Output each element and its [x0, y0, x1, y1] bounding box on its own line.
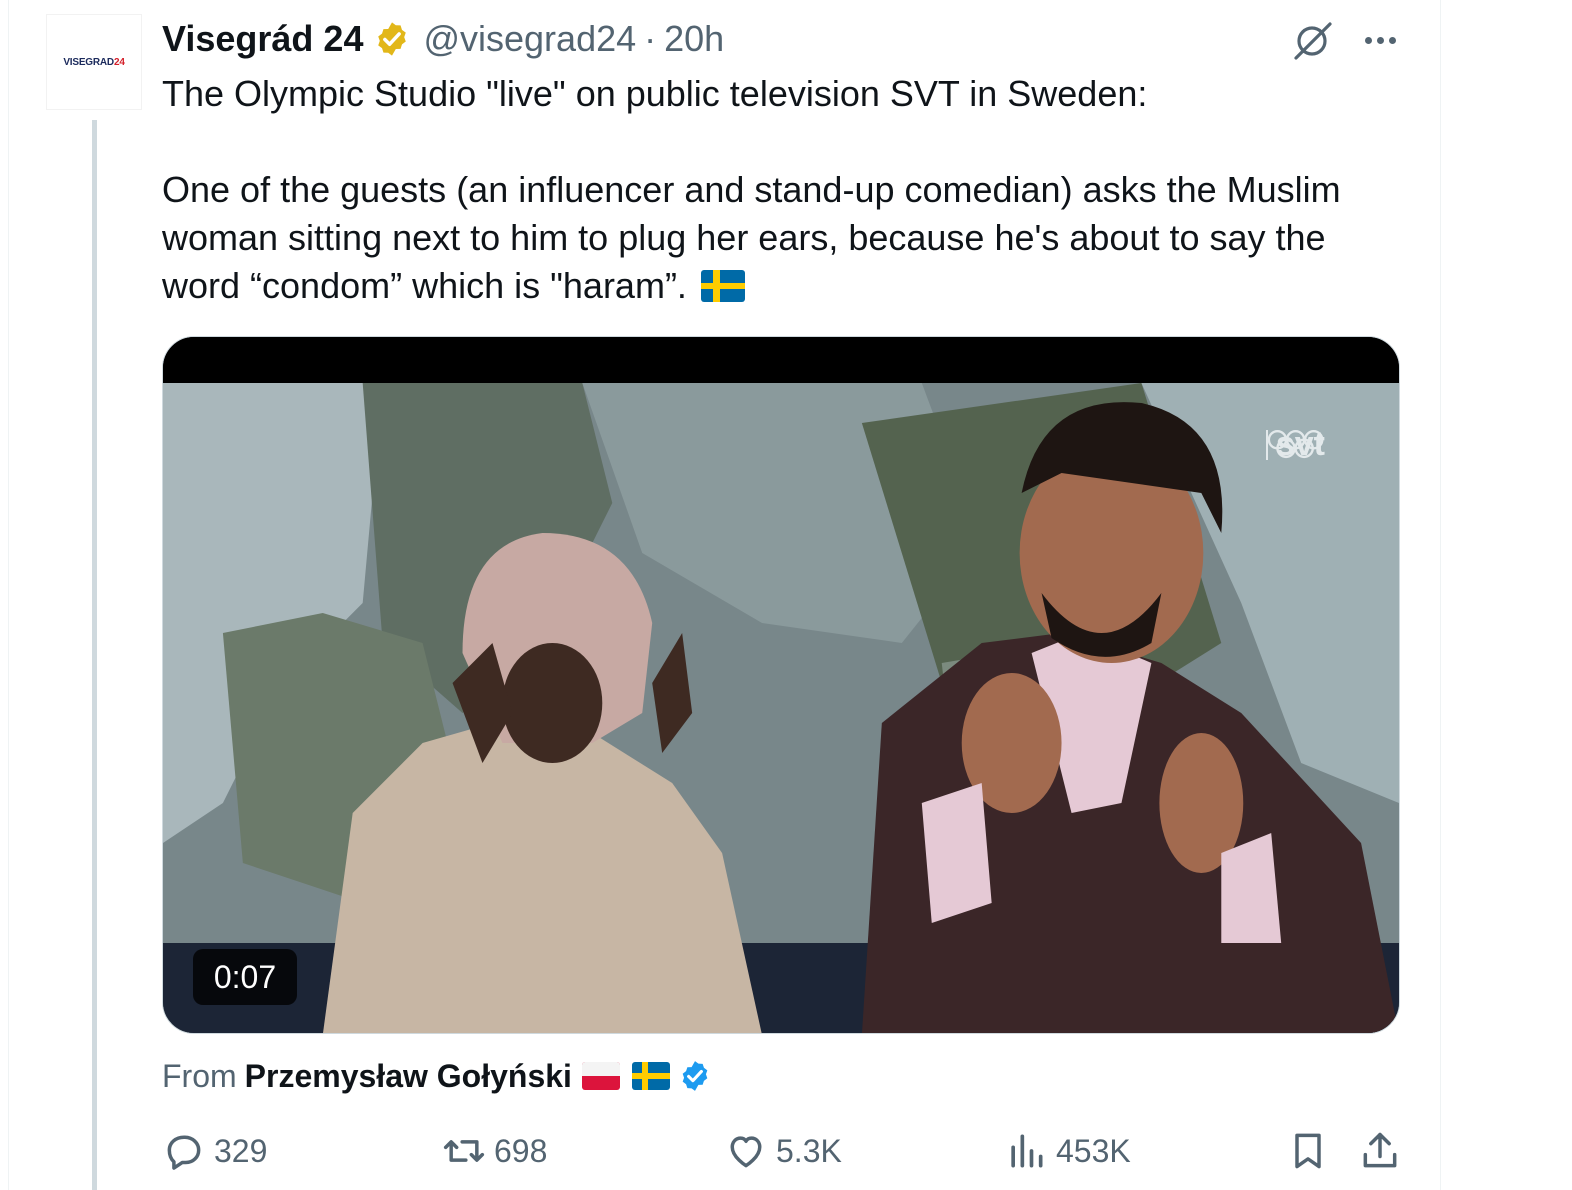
tweet-body: The Olympic Studio "live" on public tele… [162, 73, 1341, 306]
video-scene [163, 383, 1399, 1033]
author-handle[interactable]: @visegrad24 [423, 18, 636, 60]
bookmark-icon [1295, 1133, 1321, 1169]
share-button[interactable] [1358, 1124, 1402, 1178]
like-button[interactable]: 5.3K [724, 1124, 842, 1178]
like-count: 5.3K [776, 1132, 842, 1169]
tweet-text: The Olympic Studio "live" on public tele… [162, 70, 1412, 310]
views-icon [1011, 1134, 1043, 1168]
avatar[interactable]: VISEGRAD24 [46, 14, 142, 110]
views-button[interactable]: 453K [1004, 1124, 1131, 1178]
video-frame[interactable]: svt 0:07 [163, 383, 1399, 1033]
video-letterbox [163, 337, 1399, 383]
svt-watermark: svt [1265, 425, 1325, 464]
sweden-flag-icon [700, 270, 745, 302]
media-attribution: From Przemysław Gołyński [162, 1054, 712, 1098]
timestamp[interactable]: 20h [664, 18, 724, 60]
frame-right-border [1440, 0, 1441, 1190]
attribution-prefix: From [162, 1057, 237, 1094]
repost-count: 698 [494, 1132, 548, 1169]
attribution-name[interactable]: Przemysław Gołyński [245, 1058, 572, 1095]
frame-left-border [8, 0, 9, 1190]
more-icon[interactable] [1356, 20, 1404, 60]
olympic-rings-icon [1267, 429, 1324, 459]
verified-gold-icon[interactable] [373, 20, 411, 58]
action-bar: 329 698 5.3K 453K [162, 1124, 1402, 1178]
author-name[interactable]: Visegrád 24 [162, 18, 363, 60]
grok-icon[interactable] [1290, 18, 1338, 62]
tweet-header: Visegrád 24 @visegrad24 · 20h [162, 16, 724, 62]
bookmark-button[interactable] [1286, 1124, 1330, 1178]
reply-icon [167, 1135, 201, 1170]
poland-flag-icon [581, 1062, 620, 1090]
repost-icon [443, 1140, 485, 1162]
repost-button[interactable]: 698 [442, 1124, 547, 1178]
sweden-flag-icon [631, 1062, 670, 1090]
like-icon [730, 1136, 762, 1168]
reply-button[interactable]: 329 [162, 1124, 267, 1178]
share-icon [1363, 1132, 1397, 1168]
avatar-logo: VISEGRAD24 [63, 56, 125, 68]
video-duration-badge: 0:07 [193, 949, 297, 1005]
blue-verified-icon[interactable] [678, 1059, 712, 1093]
views-count: 453K [1056, 1132, 1131, 1169]
separator-dot: · [644, 18, 657, 59]
video-player[interactable]: svt 0:07 [162, 336, 1400, 1034]
thread-line [92, 120, 97, 1190]
reply-count: 329 [214, 1132, 268, 1169]
